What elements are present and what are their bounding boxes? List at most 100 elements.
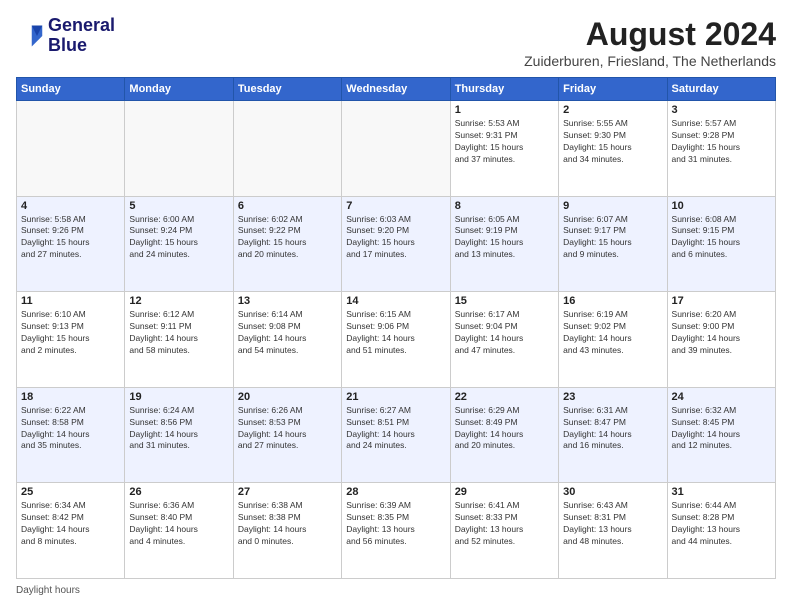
day-number: 30: [563, 486, 662, 498]
day-number: 11: [21, 295, 120, 307]
calendar-cell: 22 Sunrise: 6:29 AMSunset: 8:49 PMDayligh…: [450, 387, 558, 483]
calendar-cell: 11 Sunrise: 6:10 AMSunset: 9:13 PMDayligh…: [17, 292, 125, 388]
calendar-cell: 23Sunrise: 6:31 AMSunset: 8:47 PMDayligh…: [559, 387, 667, 483]
calendar-cell: [233, 101, 341, 197]
day-number: 1: [455, 104, 554, 116]
logo-line2: Blue: [48, 36, 115, 56]
calendar-cell: 31 Sunrise: 6:44 AMSunset: 8:28 PMDayligh…: [667, 483, 775, 579]
calendar-cell: 20 Sunrise: 6:26 AMSunset: 8:53 PMDayligh…: [233, 387, 341, 483]
calendar-cell: 19Sunrise: 6:24 AMSunset: 8:56 PMDayligh…: [125, 387, 233, 483]
calendar-cell: 2 Sunrise: 5:55 AMSunset: 9:30 PMDaylight…: [559, 101, 667, 197]
day-number: 28: [346, 486, 445, 498]
day-number: 18: [21, 391, 120, 403]
day-info: Sunrise: 6:17 AMSunset: 9:04 PMDaylight:…: [455, 309, 554, 357]
calendar-cell: 27Sunrise: 6:38 AMSunset: 8:38 PMDayligh…: [233, 483, 341, 579]
calendar-week-5: 25 Sunrise: 6:34 AMSunset: 8:42 PMDayligh…: [17, 483, 776, 579]
calendar-header-tuesday: Tuesday: [233, 78, 341, 101]
day-info: Sunrise: 6:20 AMSunset: 9:00 PMDaylight:…: [672, 309, 771, 357]
day-info: Sunrise: 6:36 AMSunset: 8:40 PMDaylight:…: [129, 500, 228, 548]
day-info: Sunrise: 6:39 AMSunset: 8:35 PMDaylight:…: [346, 500, 445, 548]
day-info: Sunrise: 6:29 AMSunset: 8:49 PMDaylight:…: [455, 405, 554, 453]
footer-text: Daylight hours: [16, 585, 80, 596]
day-number: 4: [21, 200, 120, 212]
day-number: 9: [563, 200, 662, 212]
calendar-cell: 12 Sunrise: 6:12 AMSunset: 9:11 PMDayligh…: [125, 292, 233, 388]
day-info: Sunrise: 6:08 AMSunset: 9:15 PMDaylight:…: [672, 214, 771, 262]
calendar-cell: 15Sunrise: 6:17 AMSunset: 9:04 PMDayligh…: [450, 292, 558, 388]
day-info: Sunrise: 6:34 AMSunset: 8:42 PMDaylight:…: [21, 500, 120, 548]
calendar-cell: 18 Sunrise: 6:22 AMSunset: 8:58 PMDayligh…: [17, 387, 125, 483]
calendar-cell: 29 Sunrise: 6:41 AMSunset: 8:33 PMDayligh…: [450, 483, 558, 579]
calendar-week-1: 1 Sunrise: 5:53 AMSunset: 9:31 PMDaylight…: [17, 101, 776, 197]
calendar-week-4: 18 Sunrise: 6:22 AMSunset: 8:58 PMDayligh…: [17, 387, 776, 483]
day-number: 12: [129, 295, 228, 307]
footer: Daylight hours: [16, 585, 776, 596]
calendar-cell: 5Sunrise: 6:00 AMSunset: 9:24 PMDaylight…: [125, 196, 233, 292]
day-number: 10: [672, 200, 771, 212]
day-number: 21: [346, 391, 445, 403]
day-info: Sunrise: 6:15 AMSunset: 9:06 PMDaylight:…: [346, 309, 445, 357]
logo-text: General Blue: [48, 16, 115, 56]
day-info: Sunrise: 6:43 AMSunset: 8:31 PMDaylight:…: [563, 500, 662, 548]
main-title: August 2024: [524, 16, 776, 53]
day-info: Sunrise: 6:31 AMSunset: 8:47 PMDaylight:…: [563, 405, 662, 453]
day-info: Sunrise: 6:26 AMSunset: 8:53 PMDaylight:…: [238, 405, 337, 453]
day-info: Sunrise: 6:00 AMSunset: 9:24 PMDaylight:…: [129, 214, 228, 262]
day-info: Sunrise: 6:27 AMSunset: 8:51 PMDaylight:…: [346, 405, 445, 453]
day-info: Sunrise: 6:02 AMSunset: 9:22 PMDaylight:…: [238, 214, 337, 262]
day-number: 31: [672, 486, 771, 498]
calendar-header-row: SundayMondayTuesdayWednesdayThursdayFrid…: [17, 78, 776, 101]
page: General Blue August 2024 Zuiderburen, Fr…: [0, 0, 792, 612]
calendar-header-wednesday: Wednesday: [342, 78, 450, 101]
calendar-cell: 21 Sunrise: 6:27 AMSunset: 8:51 PMDayligh…: [342, 387, 450, 483]
calendar-header-sunday: Sunday: [17, 78, 125, 101]
day-info: Sunrise: 6:41 AMSunset: 8:33 PMDaylight:…: [455, 500, 554, 548]
day-info: Sunrise: 6:22 AMSunset: 8:58 PMDaylight:…: [21, 405, 120, 453]
day-number: 25: [21, 486, 120, 498]
day-info: Sunrise: 6:12 AMSunset: 9:11 PMDaylight:…: [129, 309, 228, 357]
calendar-header-friday: Friday: [559, 78, 667, 101]
title-block: August 2024 Zuiderburen, Friesland, The …: [524, 16, 776, 69]
day-number: 8: [455, 200, 554, 212]
calendar-cell: 26 Sunrise: 6:36 AMSunset: 8:40 PMDayligh…: [125, 483, 233, 579]
calendar-cell: 28 Sunrise: 6:39 AMSunset: 8:35 PMDayligh…: [342, 483, 450, 579]
day-info: Sunrise: 6:14 AMSunset: 9:08 PMDaylight:…: [238, 309, 337, 357]
day-info: Sunrise: 6:07 AMSunset: 9:17 PMDaylight:…: [563, 214, 662, 262]
calendar-cell: [342, 101, 450, 197]
day-number: 20: [238, 391, 337, 403]
calendar-cell: 30 Sunrise: 6:43 AMSunset: 8:31 PMDayligh…: [559, 483, 667, 579]
day-number: 3: [672, 104, 771, 116]
calendar-cell: 4 Sunrise: 5:58 AMSunset: 9:26 PMDaylight…: [17, 196, 125, 292]
day-info: Sunrise: 6:10 AMSunset: 9:13 PMDaylight:…: [21, 309, 120, 357]
day-number: 26: [129, 486, 228, 498]
calendar-cell: 17 Sunrise: 6:20 AMSunset: 9:00 PMDayligh…: [667, 292, 775, 388]
day-info: Sunrise: 6:05 AMSunset: 9:19 PMDaylight:…: [455, 214, 554, 262]
day-info: Sunrise: 5:58 AMSunset: 9:26 PMDaylight:…: [21, 214, 120, 262]
calendar-header-saturday: Saturday: [667, 78, 775, 101]
day-info: Sunrise: 6:44 AMSunset: 8:28 PMDaylight:…: [672, 500, 771, 548]
header: General Blue August 2024 Zuiderburen, Fr…: [16, 16, 776, 69]
calendar-cell: 25 Sunrise: 6:34 AMSunset: 8:42 PMDayligh…: [17, 483, 125, 579]
day-number: 17: [672, 295, 771, 307]
day-number: 29: [455, 486, 554, 498]
day-number: 22: [455, 391, 554, 403]
calendar-cell: 14Sunrise: 6:15 AMSunset: 9:06 PMDayligh…: [342, 292, 450, 388]
calendar-week-3: 11 Sunrise: 6:10 AMSunset: 9:13 PMDayligh…: [17, 292, 776, 388]
day-info: Sunrise: 5:55 AMSunset: 9:30 PMDaylight:…: [563, 118, 662, 166]
calendar-cell: 24Sunrise: 6:32 AMSunset: 8:45 PMDayligh…: [667, 387, 775, 483]
logo-line1: General: [48, 16, 115, 36]
day-number: 27: [238, 486, 337, 498]
calendar-header-thursday: Thursday: [450, 78, 558, 101]
day-number: 7: [346, 200, 445, 212]
logo: General Blue: [16, 16, 115, 56]
calendar-week-2: 4 Sunrise: 5:58 AMSunset: 9:26 PMDaylight…: [17, 196, 776, 292]
day-info: Sunrise: 5:53 AMSunset: 9:31 PMDaylight:…: [455, 118, 554, 166]
day-number: 6: [238, 200, 337, 212]
calendar-cell: 6 Sunrise: 6:02 AMSunset: 9:22 PMDaylight…: [233, 196, 341, 292]
day-number: 24: [672, 391, 771, 403]
day-number: 2: [563, 104, 662, 116]
calendar-cell: 7Sunrise: 6:03 AMSunset: 9:20 PMDaylight…: [342, 196, 450, 292]
subtitle: Zuiderburen, Friesland, The Netherlands: [524, 53, 776, 69]
day-number: 19: [129, 391, 228, 403]
day-info: Sunrise: 6:19 AMSunset: 9:02 PMDaylight:…: [563, 309, 662, 357]
